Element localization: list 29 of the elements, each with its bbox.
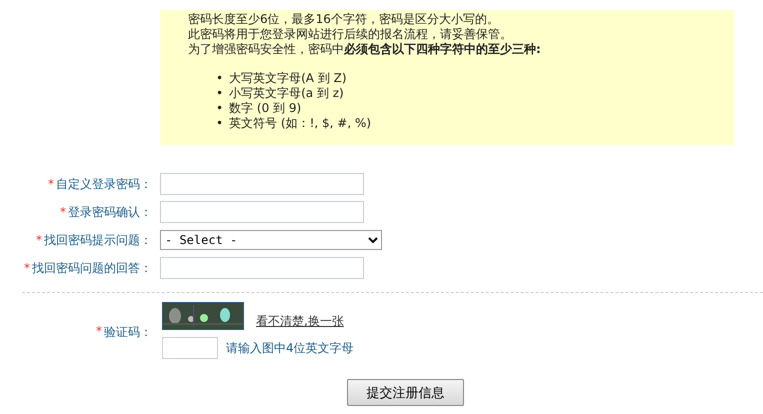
- refresh-captcha-link[interactable]: 看不清楚,换一张: [256, 313, 344, 330]
- required-mark: *: [48, 177, 54, 191]
- rule-item: 数字 (0 到 9): [229, 101, 302, 116]
- notice-text: 为了增强密码安全性，密码中必须包含以下四种字符中的至少三种:: [188, 42, 542, 57]
- required-mark: *: [60, 205, 66, 219]
- rule-item: 小写英文字母(a 到 z): [229, 86, 344, 101]
- question-dropdown[interactable]: - Select -: [160, 230, 382, 250]
- rule-item: 英文符号 (如：!, $, #, %): [229, 116, 372, 131]
- input-field[interactable]: [160, 201, 364, 223]
- field-label: 找回密码问题的回答：: [32, 260, 152, 276]
- notice-text: 密码长度至少6位，最多16个字符，密码是区分大小写的。: [188, 12, 500, 27]
- required-mark: *: [36, 233, 42, 247]
- input-field[interactable]: [160, 257, 364, 279]
- rule-item: 大写英文字母(A 到 Z): [229, 71, 346, 86]
- required-mark: *: [96, 324, 102, 338]
- input-field[interactable]: [160, 173, 364, 195]
- captcha-hint: 请输入图中4位英文字母: [226, 340, 354, 356]
- notice-text: 此密码将用于您登录网站进行后续的报名流程，请妥善保管。: [188, 27, 513, 42]
- required-mark: *: [24, 261, 30, 275]
- field-label: 找回密码提示问题：: [44, 232, 152, 248]
- bullet: •: [216, 86, 224, 101]
- bullet: •: [216, 101, 224, 116]
- field-label: 登录密码确认：: [68, 204, 152, 220]
- bullet: •: [216, 116, 224, 131]
- captcha-input[interactable]: [162, 337, 218, 359]
- submit-button[interactable]: 提交注册信息: [347, 379, 464, 406]
- bullet: •: [216, 71, 224, 86]
- field-label: 验证码：: [104, 324, 152, 341]
- field-label: 自定义登录密码：: [56, 176, 152, 192]
